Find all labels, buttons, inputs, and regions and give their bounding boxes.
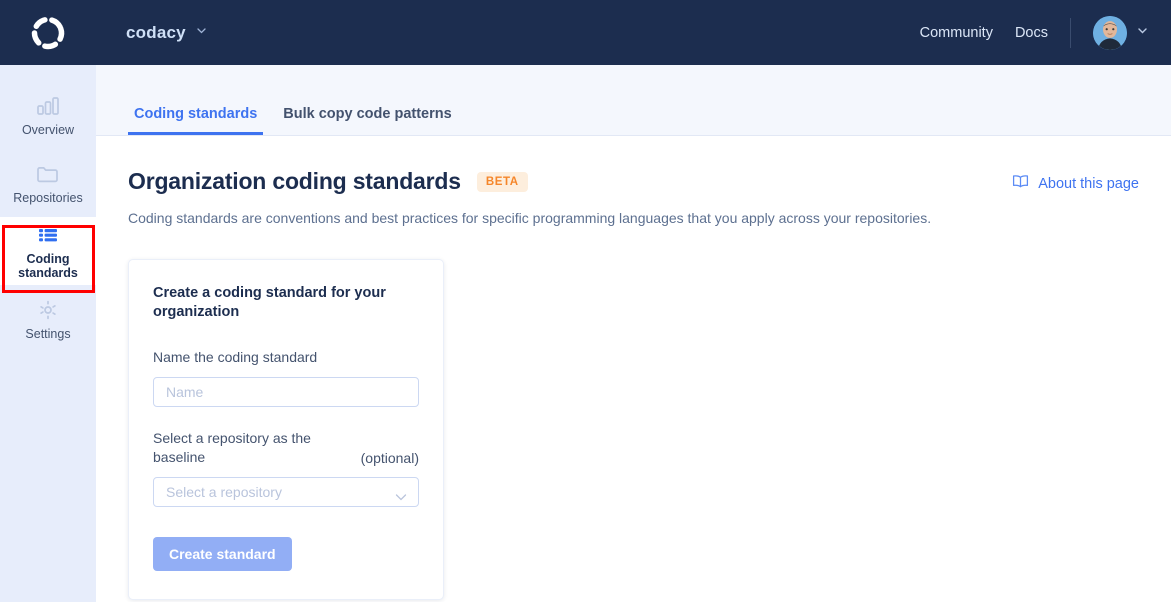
create-coding-standard-card: Create a coding standard for your organi… [128, 259, 444, 600]
repository-select[interactable]: Select a repository [153, 477, 419, 507]
sidebar-item-label: Overview [22, 123, 74, 137]
sidebar-item-label: Repositories [13, 191, 82, 205]
repository-optional-note: (optional) [361, 450, 419, 467]
sidebar: Overview Repositories Cod [0, 65, 96, 602]
user-menu[interactable] [1093, 16, 1149, 50]
card-title: Create a coding standard for your organi… [153, 284, 419, 322]
sidebar-item-repositories[interactable]: Repositories [0, 149, 96, 217]
sidebar-item-settings[interactable]: Settings [0, 285, 96, 353]
chevron-down-icon [195, 24, 208, 42]
chevron-down-icon [1136, 24, 1149, 42]
sidebar-item-overview[interactable]: Overview [0, 81, 96, 149]
repository-select-placeholder: Select a repository [166, 484, 282, 500]
repository-field-group: Select a repository as the baseline (opt… [153, 429, 419, 507]
sidebar-item-coding-standards[interactable]: Coding standards [0, 217, 96, 285]
top-navigation-bar: codacy Community Docs [0, 0, 1171, 65]
chevron-down-icon [395, 489, 407, 505]
organization-name: codacy [126, 23, 186, 43]
book-icon [1012, 174, 1029, 193]
page-body: Organization coding standards BETA Codin… [96, 136, 1171, 600]
about-this-page-link[interactable]: About this page [1012, 174, 1139, 193]
organization-switcher[interactable]: codacy [126, 23, 208, 43]
logo-container[interactable] [0, 0, 96, 65]
docs-link[interactable]: Docs [1015, 25, 1048, 41]
top-navigation-right: Community Docs [920, 16, 1171, 50]
repository-field-label: Select a repository as the baseline [153, 429, 328, 467]
tab-coding-standards[interactable]: Coding standards [128, 106, 263, 135]
gear-icon [35, 298, 61, 322]
coding-standard-name-input[interactable] [153, 377, 419, 407]
repository-label-row: Select a repository as the baseline (opt… [153, 429, 419, 467]
tab-bulk-copy-code-patterns[interactable]: Bulk copy code patterns [277, 106, 457, 135]
app-root: codacy Community Docs [0, 0, 1171, 602]
about-this-page-label: About this page [1038, 176, 1139, 192]
page-description: Coding standards are conventions and bes… [128, 209, 1139, 227]
page-title: Organization coding standards [128, 168, 461, 195]
codacy-dashed-circle-logo-icon [29, 14, 67, 52]
main-content: Coding standards Bulk copy code patterns… [96, 65, 1171, 602]
tab-bar: Coding standards Bulk copy code patterns [96, 65, 1171, 136]
community-link[interactable]: Community [920, 25, 993, 41]
create-standard-button[interactable]: Create standard [153, 537, 292, 571]
sidebar-item-label: Settings [25, 327, 70, 341]
page-header: Organization coding standards BETA [128, 168, 1139, 195]
avatar [1093, 16, 1127, 50]
name-field-label: Name the coding standard [153, 348, 419, 367]
status-badge: BETA [477, 172, 528, 192]
folder-icon [35, 162, 61, 186]
list-icon [35, 223, 61, 247]
name-field-group: Name the coding standard [153, 348, 419, 407]
bar-chart-icon [35, 94, 61, 118]
sidebar-item-label: Coding standards [0, 252, 96, 280]
divider [1070, 18, 1071, 48]
